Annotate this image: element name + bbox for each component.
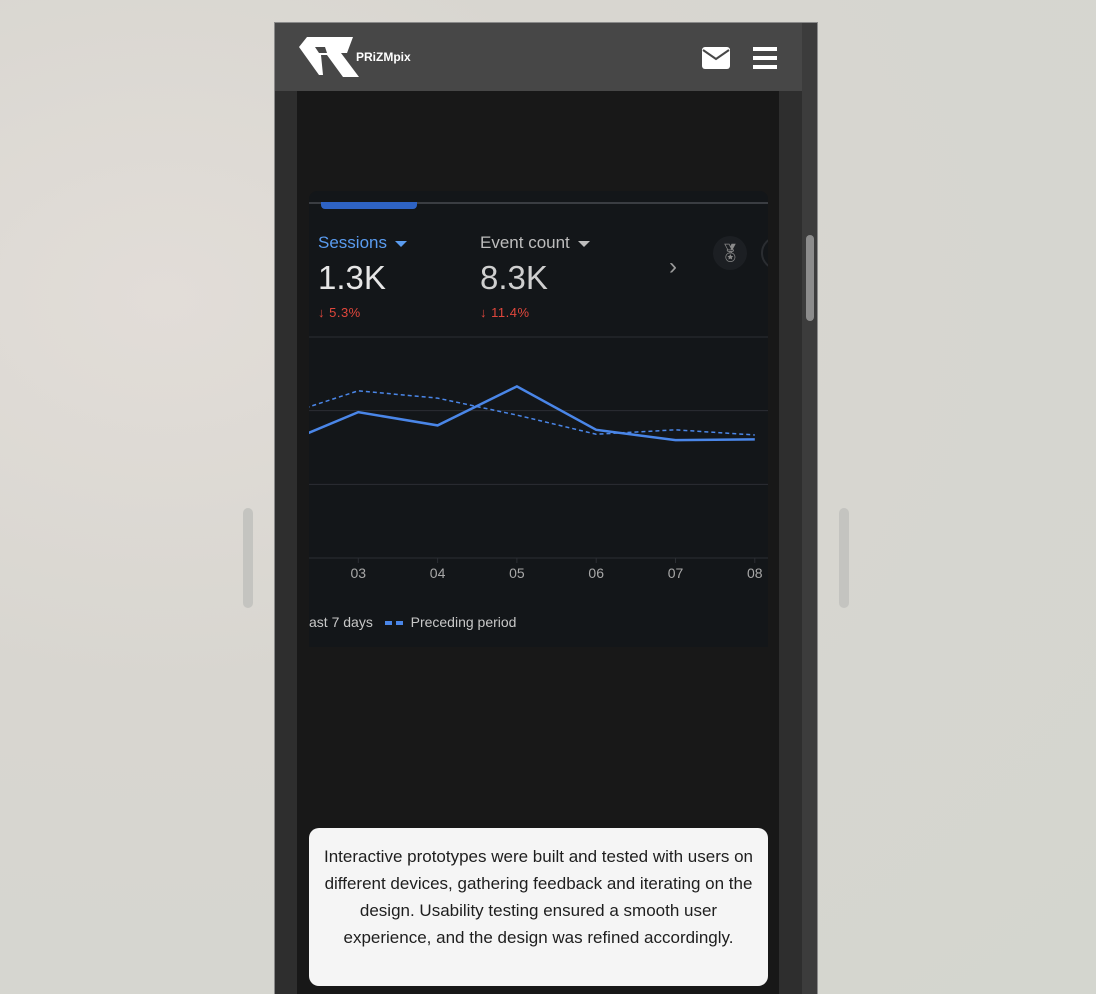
legend-current: ast 7 days [309, 614, 373, 630]
scrollbar-track[interactable] [802, 23, 817, 994]
brand-name[interactable]: PRiZMpix [356, 50, 411, 64]
line-chart: 03 04 05 06 07 08 [309, 336, 768, 581]
analytics-card: Sessions 1.3K ↓ 5.3% Event count 8.3K ↓ … [309, 191, 768, 647]
site-header: PRiZMpix [275, 23, 802, 91]
mobile-frame: PRiZMpix Sessions 1.3K ↓ 5.3% Event coun… [274, 22, 818, 994]
hamburger-menu-icon[interactable] [753, 47, 777, 69]
series-line-preceding-period [309, 390, 755, 436]
x-tick-label: 05 [509, 565, 525, 581]
legend-previous: Preceding period [410, 614, 517, 630]
x-tick-label: 04 [430, 565, 446, 581]
series-line-last-7-days [309, 384, 755, 442]
x-tick-label: 03 [351, 565, 367, 581]
description-box: Interactive prototypes were built and te… [309, 828, 768, 986]
mail-icon[interactable] [702, 47, 730, 69]
scrollbar-thumb[interactable] [806, 235, 814, 321]
x-tick-label: 07 [668, 565, 684, 581]
left-resize-handle[interactable] [243, 508, 253, 608]
chart-legend: ast 7 days Preceding period [309, 614, 516, 630]
right-resize-handle[interactable] [839, 508, 849, 608]
x-tick-label: 06 [588, 565, 604, 581]
x-tick-label: 08 [747, 565, 763, 581]
dashed-line-swatch-icon [384, 614, 407, 630]
